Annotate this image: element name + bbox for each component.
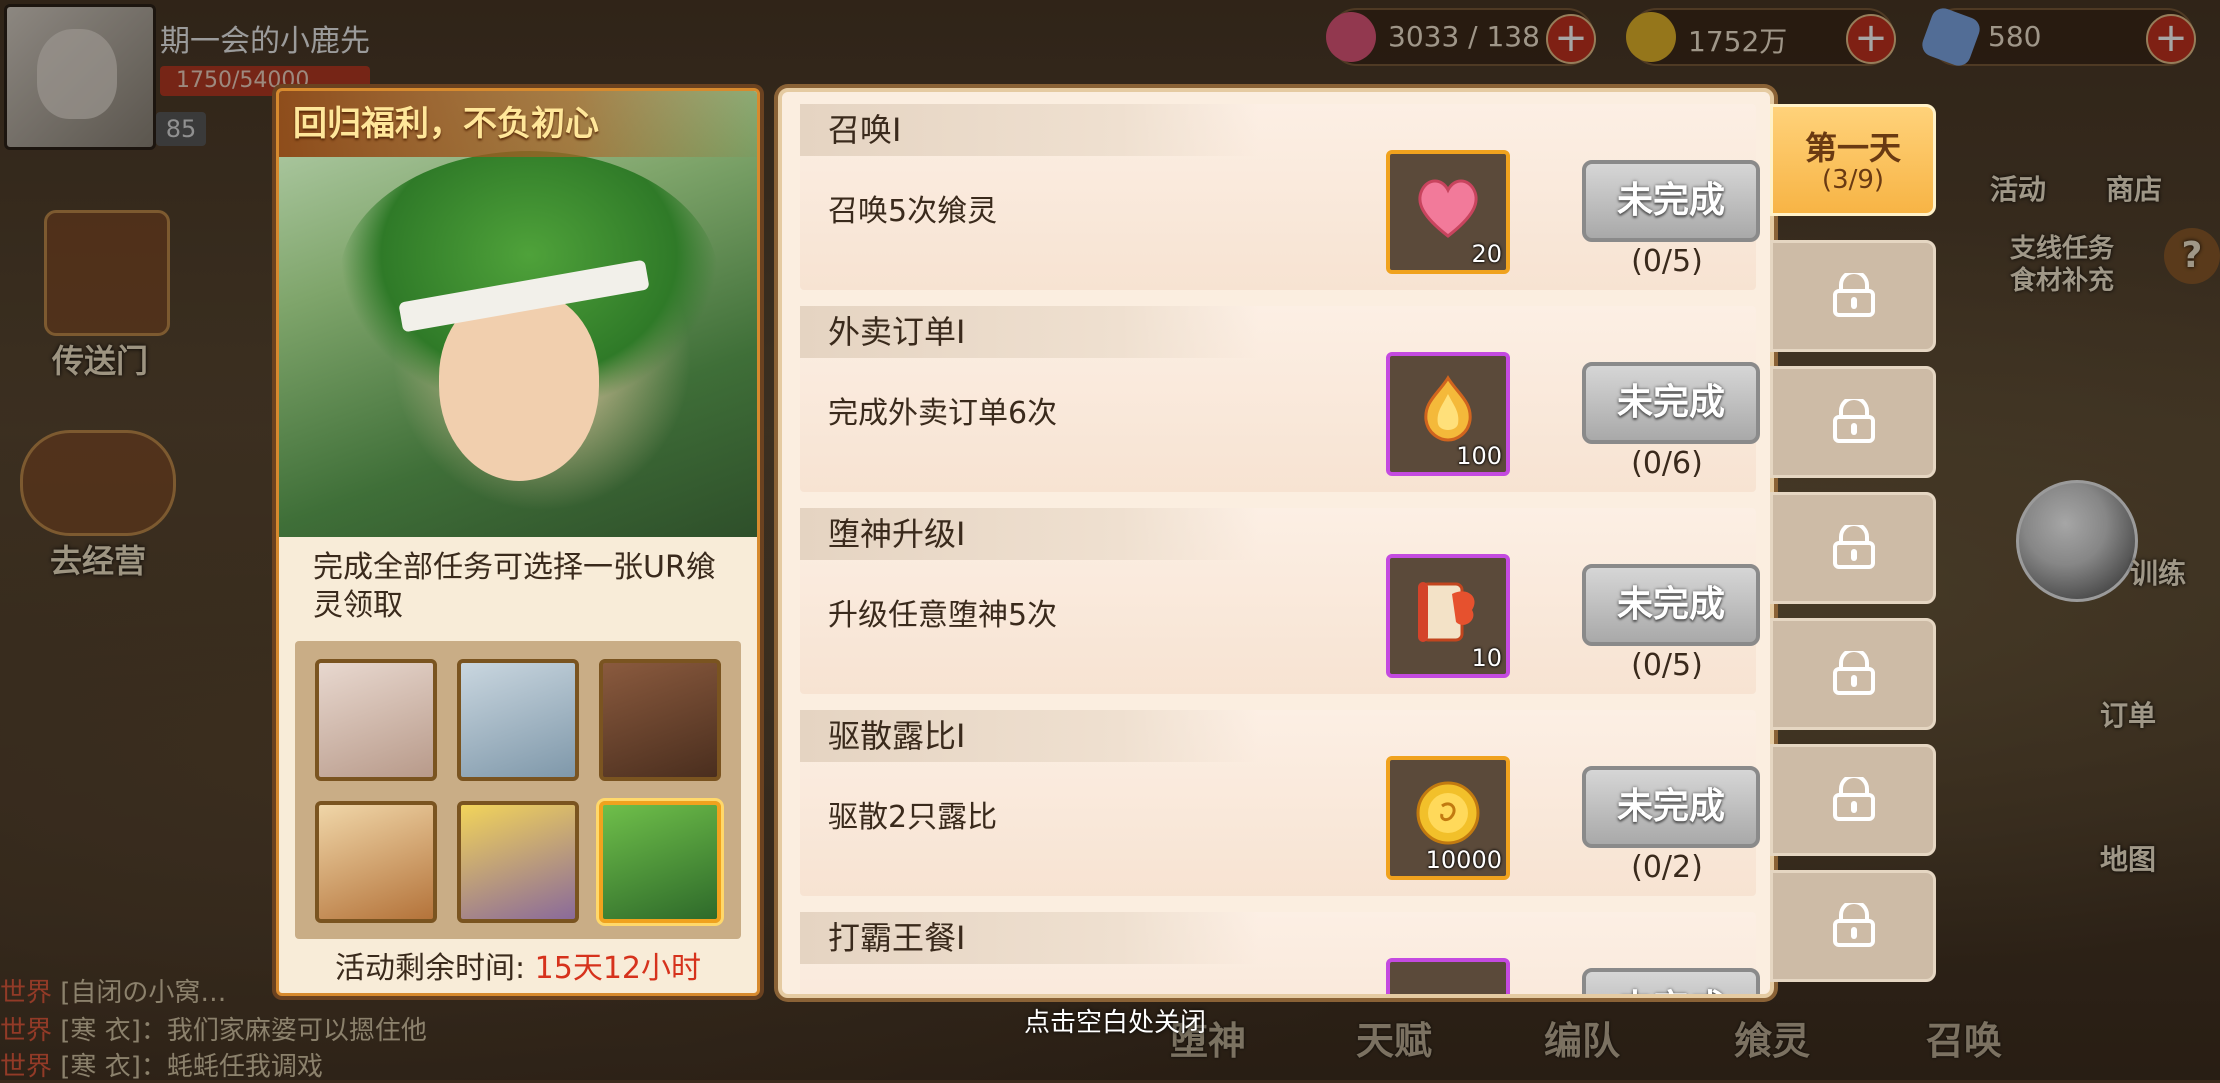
task-progress: (0/5) xyxy=(1631,244,1703,279)
tab-day-1[interactable]: 第一天 (3/9) xyxy=(1770,104,1936,216)
incomplete-button[interactable]: 未完成 xyxy=(1582,968,1760,994)
gold-coin-icon xyxy=(1416,781,1480,845)
lock-icon xyxy=(1833,273,1875,317)
tap-to-close-hint: 点击空白处关闭 xyxy=(1024,1008,1207,1038)
task-title: 驱散露比I xyxy=(800,710,1258,762)
ur-choice-6-selected[interactable] xyxy=(599,801,721,923)
reward-quantity: 20 xyxy=(1471,240,1502,268)
tab-day-locked[interactable] xyxy=(1770,618,1936,730)
heart-item-icon xyxy=(1418,179,1478,238)
flame-bulb-icon xyxy=(1424,375,1472,442)
ur-choice-grid xyxy=(295,641,741,939)
task-row: 打霸王餐I 未完成 xyxy=(800,912,1760,998)
reward-item[interactable]: 10000 xyxy=(1386,756,1510,880)
task-progress: (0/5) xyxy=(1631,648,1703,683)
lock-icon xyxy=(1833,651,1875,695)
incomplete-button[interactable]: 未完成 xyxy=(1582,362,1760,444)
task-description: 完成外卖订单6次 xyxy=(828,396,1058,431)
task-row: 堕神升级I 升级任意堕神5次 10 未完成 (0/5) xyxy=(800,508,1760,694)
task-title: 外卖订单I xyxy=(800,306,1258,358)
remaining-time: 活动剩余时间: 15天12小时 xyxy=(334,951,701,986)
reward-item[interactable]: 10 xyxy=(1386,554,1510,678)
return-welfare-card: 回归福利，不负初心 完成全部任务可选择一张UR飨灵领取 活动剩余时间: 15天1… xyxy=(276,88,760,996)
lock-icon xyxy=(1833,399,1875,443)
reward-description: 完成全部任务可选择一张UR飨灵领取 xyxy=(313,550,716,623)
task-list-panel[interactable]: 召唤I 召唤5次飨灵 20 未完成 (0/5) 外卖订单I 完成外卖订单6次 1… xyxy=(778,88,1774,998)
reward-quantity: 10000 xyxy=(1425,846,1502,874)
task-description: 驱散2只露比 xyxy=(828,800,998,835)
hero-illustration xyxy=(279,91,757,537)
lock-icon xyxy=(1833,525,1875,569)
banner-title: 回归福利，不负初心 xyxy=(279,91,757,157)
ur-choice-3[interactable] xyxy=(599,659,721,781)
ur-choice-4[interactable] xyxy=(315,801,437,923)
reward-item[interactable]: 20 xyxy=(1386,150,1510,274)
tab-day-1-label: 第一天 xyxy=(1804,129,1901,167)
incomplete-button[interactable]: 未完成 xyxy=(1582,564,1760,646)
lock-icon xyxy=(1833,903,1875,947)
tab-day-1-progress: (3/9) xyxy=(1821,165,1885,195)
task-row: 召唤I 召唤5次飨灵 20 未完成 (0/5) xyxy=(800,104,1760,290)
task-progress: (0/6) xyxy=(1631,446,1703,481)
reward-item[interactable]: 100 xyxy=(1386,352,1510,476)
scroll-icon xyxy=(1418,582,1475,642)
task-row: 外卖订单I 完成外卖订单6次 100 未完成 (0/6) xyxy=(800,306,1760,492)
lock-icon xyxy=(1833,777,1875,821)
tab-day-locked[interactable] xyxy=(1770,870,1936,982)
incomplete-button[interactable]: 未完成 xyxy=(1582,160,1760,242)
incomplete-button[interactable]: 未完成 xyxy=(1582,766,1760,848)
tab-day-locked[interactable] xyxy=(1770,492,1936,604)
reward-quantity: 10 xyxy=(1471,644,1502,672)
task-title: 召唤I xyxy=(800,104,1258,156)
reward-quantity: 100 xyxy=(1456,442,1502,470)
ur-choice-2[interactable] xyxy=(457,659,579,781)
tab-day-locked[interactable] xyxy=(1770,240,1936,352)
tab-day-locked[interactable] xyxy=(1770,744,1936,856)
task-progress: (0/2) xyxy=(1631,850,1703,885)
ur-choice-5[interactable] xyxy=(457,801,579,923)
slime-icon xyxy=(1412,980,1484,998)
reward-item[interactable] xyxy=(1386,958,1510,998)
ur-choice-1[interactable] xyxy=(315,659,437,781)
task-title: 堕神升级I xyxy=(800,508,1258,560)
task-title: 打霸王餐I xyxy=(800,912,1258,964)
task-row: 驱散露比I 驱散2只露比 10000 未完成 (0/2) xyxy=(800,710,1760,896)
task-description: 召唤5次飨灵 xyxy=(828,194,998,229)
tab-day-locked[interactable] xyxy=(1770,366,1936,478)
task-description: 升级任意堕神5次 xyxy=(828,598,1058,633)
